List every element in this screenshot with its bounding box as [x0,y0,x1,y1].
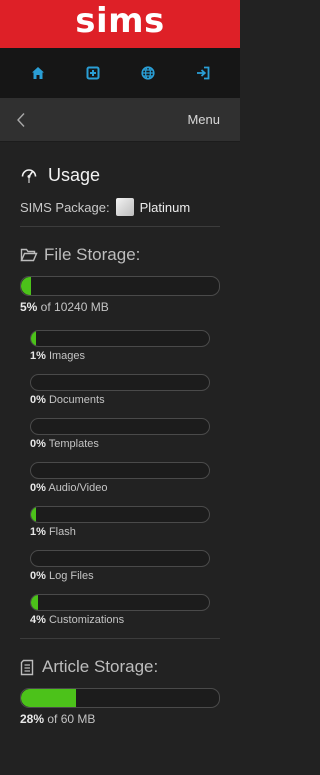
category-fill [31,507,36,522]
article-storage-usage: 28% of 60 MB [20,712,220,726]
sign-out-button[interactable] [185,55,221,91]
chevron-left-icon [17,112,25,127]
article-storage-fill [21,689,77,707]
divider [20,226,220,227]
category-percent: 1% [30,526,46,538]
package-row: SIMS Package: Platinum [20,198,220,216]
menu-label[interactable]: Menu [187,112,220,127]
sims-logo[interactable]: sims [75,4,165,38]
category-bar [30,330,210,347]
file-storage-total: of 10240 MB [37,300,109,314]
category-usage: 0% Log Files [30,570,220,582]
category-name: Log Files [45,570,94,582]
header-bar: sims [0,0,240,48]
article-storage-heading: Article Storage: [20,657,220,677]
category-name: Templates [45,438,99,450]
back-button[interactable] [16,110,32,130]
folder-open-icon [20,248,38,262]
file-storage-breakdown: 1% Images 0% Documents 0% Templates 0% A… [20,330,220,626]
document-icon [20,659,34,675]
category-name: Customizations [45,614,125,626]
globe-icon [140,66,155,80]
category-usage: 4% Customizations [30,614,220,626]
category-fill [31,595,39,610]
category-usage: 0% Audio/Video [30,482,220,494]
category-usage: 0% Templates [30,438,220,450]
category-percent: 1% [30,350,46,362]
package-label: SIMS Package: [20,199,110,215]
storage-category-images: 1% Images [30,330,220,362]
storage-category-audio-video: 0% Audio/Video [30,462,220,494]
category-fill [31,331,36,346]
category-bar [30,506,210,523]
category-percent: 0% [30,570,46,582]
category-bar [30,462,210,479]
usage-heading: Usage [20,165,220,186]
file-storage-fill [21,277,31,295]
platinum-swatch [115,198,134,216]
home-icon [31,67,44,79]
home-button[interactable] [20,55,56,91]
package-value: Platinum [139,199,191,215]
article-storage-percent: 28% [20,712,45,726]
storage-category-customizations: 4% Customizations [30,594,220,626]
file-storage-title: File Storage: [44,245,141,264]
category-percent: 0% [30,438,46,450]
file-storage-usage: 5% of 10240 MB [20,300,220,314]
file-storage-percent: 5% [20,300,38,314]
menu-bar: Menu [0,98,240,142]
category-usage: 1% Images [30,350,220,362]
article-storage-bar [20,688,220,708]
article-storage-title: Article Storage: [42,657,159,676]
category-percent: 0% [30,394,46,406]
website-button[interactable] [130,55,166,91]
category-name: Flash [45,526,76,538]
category-name: Images [45,350,86,362]
storage-category-log-files: 0% Log Files [30,550,220,582]
category-usage: 1% Flash [30,526,220,538]
usage-title: Usage [48,165,101,185]
file-storage-heading: File Storage: [20,245,220,265]
file-storage-bar [20,276,220,296]
category-percent: 4% [30,614,46,626]
category-bar [30,374,210,391]
category-bar [30,418,210,435]
usage-panel: Usage SIMS Package: Platinum File Storag… [0,165,240,726]
category-percent: 0% [30,482,46,494]
category-bar [30,594,210,611]
category-usage: 0% Documents [30,394,220,406]
category-name: Audio/Video [45,482,108,494]
add-button[interactable] [75,55,111,91]
top-nav [0,48,240,98]
gauge-icon [21,168,37,183]
add-square-icon [86,66,99,80]
storage-category-flash: 1% Flash [30,506,220,538]
storage-category-documents: 0% Documents [30,374,220,406]
category-bar [30,550,210,567]
sign-out-icon [196,66,209,80]
category-name: Documents [45,394,105,406]
article-storage-total: of 60 MB [44,712,96,726]
divider [20,638,220,639]
storage-category-templates: 0% Templates [30,418,220,450]
